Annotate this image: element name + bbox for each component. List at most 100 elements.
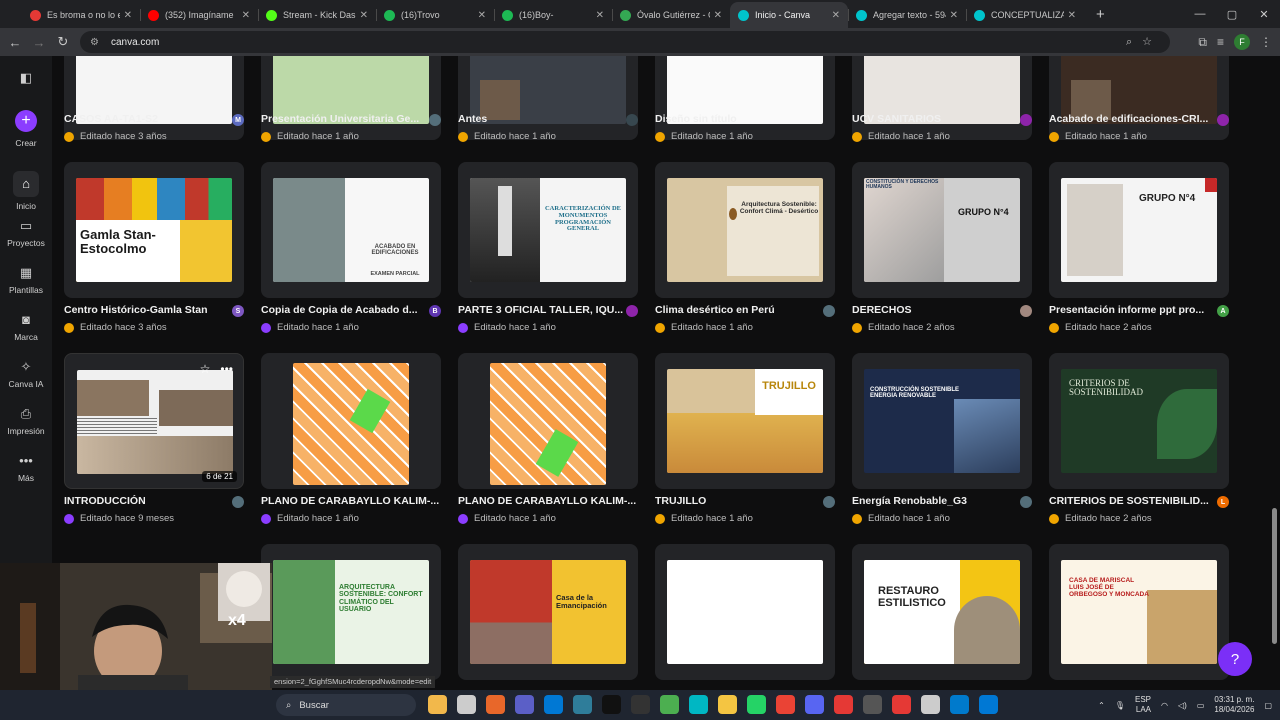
taskbar-app-icon[interactable] [602, 695, 621, 714]
profile-avatar[interactable]: F [1234, 34, 1250, 50]
taskbar-app-icon[interactable] [979, 695, 998, 714]
taskbar-app-icon[interactable] [921, 695, 940, 714]
site-info-icon[interactable]: ⚙ [90, 37, 99, 48]
design-title[interactable]: Acabado de edificaciones-CRI... [1049, 113, 1229, 125]
design-title[interactable]: Presentación Universitaria Ge... [261, 113, 441, 125]
taskbar-app-icon[interactable] [747, 695, 766, 714]
address-bar[interactable]: ⚙ canva.com ⌕☆ [80, 31, 1170, 53]
browser-tab[interactable]: Stream - Kick Dashbo ✕ [258, 2, 376, 28]
create-button[interactable]: + Crear [0, 110, 52, 148]
taskbar-app-icon[interactable] [515, 695, 534, 714]
close-icon[interactable]: ✕ [242, 10, 250, 21]
design-title[interactable]: Antes [458, 113, 638, 125]
browser-tab[interactable]: (16)Boy- ✕ [494, 2, 612, 28]
minimize-icon[interactable]: — [1184, 8, 1216, 20]
star-icon[interactable]: ☆ [200, 362, 211, 376]
volume-icon[interactable]: ◁) [1178, 701, 1187, 710]
design-title[interactable]: CRITERIOS DE SOSTENIBILID... [1049, 495, 1229, 507]
taskbar-app-icon[interactable] [457, 695, 476, 714]
browser-tab[interactable]: Agregar texto - 594 ✕ [848, 2, 966, 28]
design-thumbnail[interactable]: TRUJILLO [655, 353, 835, 489]
taskbar-app-icon[interactable] [863, 695, 882, 714]
design-thumbnail[interactable] [64, 56, 244, 140]
close-icon[interactable]: ✕ [360, 10, 368, 21]
design-thumbnail[interactable]: ARQUITECTURA SOSTENIBLE: CONFORT CLIMÁTI… [261, 544, 441, 680]
design-thumbnail[interactable]: ACABADO EN EDIFICACIONES EXAMEN PARCIAL [261, 162, 441, 298]
taskbar-app-icon[interactable] [486, 695, 505, 714]
design-thumbnail[interactable] [852, 56, 1032, 140]
sidebar-item-inicio[interactable]: ⌂ Inicio [0, 171, 52, 211]
microphone-icon[interactable]: 🎙 [1115, 701, 1125, 710]
design-title[interactable]: Presentación informe ppt pro... [1049, 304, 1229, 316]
close-icon[interactable]: ✕ [478, 10, 486, 21]
design-title[interactable]: CASOS AA-TA1-S2 [64, 113, 244, 125]
taskbar-app-icon[interactable] [718, 695, 737, 714]
sidebar-item-más[interactable]: ••• Más [0, 453, 52, 483]
notifications-icon[interactable]: ▢ [1264, 701, 1272, 710]
taskbar-app-icon[interactable] [660, 695, 679, 714]
language-indicator[interactable]: ESP LAA [1135, 695, 1151, 714]
taskbar-search[interactable]: ⌕ Buscar [276, 694, 416, 716]
sidebar-item-marca[interactable]: ◙ Marca [0, 312, 52, 342]
design-thumbnail[interactable]: CRITERIOS DE SOSTENIBILIDAD [1049, 353, 1229, 489]
design-title[interactable]: PLANO DE CARABAYLLO KALIM-... [458, 495, 638, 507]
sidebar-item-proyectos[interactable]: ▭ Proyectos [0, 218, 52, 248]
taskbar-app-icon[interactable] [573, 695, 592, 714]
design-thumbnail[interactable]: RESTAURO ESTILISTICO [852, 544, 1032, 680]
taskbar-app-icon[interactable] [631, 695, 650, 714]
wifi-icon[interactable]: ◠ [1161, 701, 1168, 710]
sidebar-item-plantillas[interactable]: ▦ Plantillas [0, 265, 52, 295]
design-thumbnail[interactable]: CARACTERIZACIÓN DE MONUMENTOS PROGRAMACI… [458, 162, 638, 298]
design-thumbnail[interactable] [1049, 56, 1229, 140]
chevron-up-icon[interactable]: ⌃ [1098, 701, 1105, 710]
close-icon[interactable]: ✕ [950, 10, 958, 21]
design-thumbnail[interactable] [261, 56, 441, 140]
sidebar-panel-toggle[interactable]: ◧ [0, 70, 52, 90]
browser-tab[interactable]: Óvalo Gutiérrez - Go ✕ [612, 2, 730, 28]
design-thumbnail[interactable]: CASA DE MARISCAL LUIS JOSÉ DE ORBEGOSO Y… [1049, 544, 1229, 680]
browser-menu-icon[interactable]: ⋮ [1260, 35, 1272, 49]
taskbar-app-icon[interactable] [544, 695, 563, 714]
design-thumbnail[interactable]: CONSTITUCIÓN Y DERECHOS HUMANOS GRUPO N°4 [852, 162, 1032, 298]
sidebar-item-canva-ia[interactable]: ✧ Canva IA [0, 359, 52, 389]
new-tab-button[interactable]: + [1096, 6, 1105, 23]
tab-search-icon[interactable]: ≡ [1217, 35, 1224, 49]
browser-tab[interactable]: Es broma o no lo es? ✕ [22, 2, 140, 28]
close-icon[interactable]: ✕ [1068, 10, 1076, 21]
taskbar-app-icon[interactable] [428, 695, 447, 714]
design-title[interactable]: Energía Renobable_G3 [852, 495, 1032, 507]
close-icon[interactable]: ✕ [124, 10, 132, 21]
taskbar-app-icon[interactable] [892, 695, 911, 714]
maximize-icon[interactable]: ▢ [1216, 8, 1248, 21]
close-icon[interactable]: ✕ [714, 10, 722, 21]
taskbar-app-icon[interactable] [805, 695, 824, 714]
design-title[interactable]: Clima desértico en Perú [655, 304, 835, 316]
design-thumbnail[interactable]: Arquitectura Sostenible: Confort Climá -… [655, 162, 835, 298]
browser-tab[interactable]: CONCEPTUALIZACI ✕ [966, 2, 1084, 28]
design-thumbnail[interactable]: ☆ ••• 6 de 21 [64, 353, 244, 489]
more-options-icon[interactable]: ••• [220, 362, 233, 376]
design-title[interactable]: PLANO DE CARABAYLLO KALIM-... [261, 495, 441, 507]
close-window-icon[interactable]: ✕ [1248, 8, 1280, 21]
design-thumbnail[interactable] [458, 353, 638, 489]
taskbar-app-icon[interactable] [689, 695, 708, 714]
taskbar-app-icon[interactable] [776, 695, 795, 714]
design-thumbnail[interactable]: Gamla Stan- Estocolmo [64, 162, 244, 298]
design-thumbnail[interactable] [261, 353, 441, 489]
design-thumbnail[interactable]: GRUPO N°4 [1049, 162, 1229, 298]
back-icon[interactable]: ← [3, 35, 27, 50]
design-title[interactable]: Centro Histórico-Gamla Stan [64, 304, 244, 316]
clock[interactable]: 03:31 p. m. 18/04/2026 [1214, 695, 1254, 714]
browser-tab[interactable]: Inicio - Canva ✕ [730, 2, 848, 28]
extensions-icon[interactable]: ⧉ [1198, 35, 1207, 50]
forward-icon[interactable]: → [27, 35, 51, 50]
design-thumbnail[interactable] [655, 56, 835, 140]
zoom-bookmark-icons[interactable]: ⌕☆ [1126, 35, 1162, 49]
design-title[interactable]: Diseño sin título [655, 113, 835, 125]
battery-icon[interactable]: ▭ [1197, 701, 1205, 710]
design-thumbnail[interactable]: Casa de la Emancipación [458, 544, 638, 680]
sidebar-item-impresión[interactable]: ⎙ Impresión [0, 406, 52, 436]
design-title[interactable]: UCV SANITARIOS [852, 113, 1032, 125]
close-icon[interactable]: ✕ [832, 10, 840, 21]
taskbar-app-icon[interactable] [834, 695, 853, 714]
